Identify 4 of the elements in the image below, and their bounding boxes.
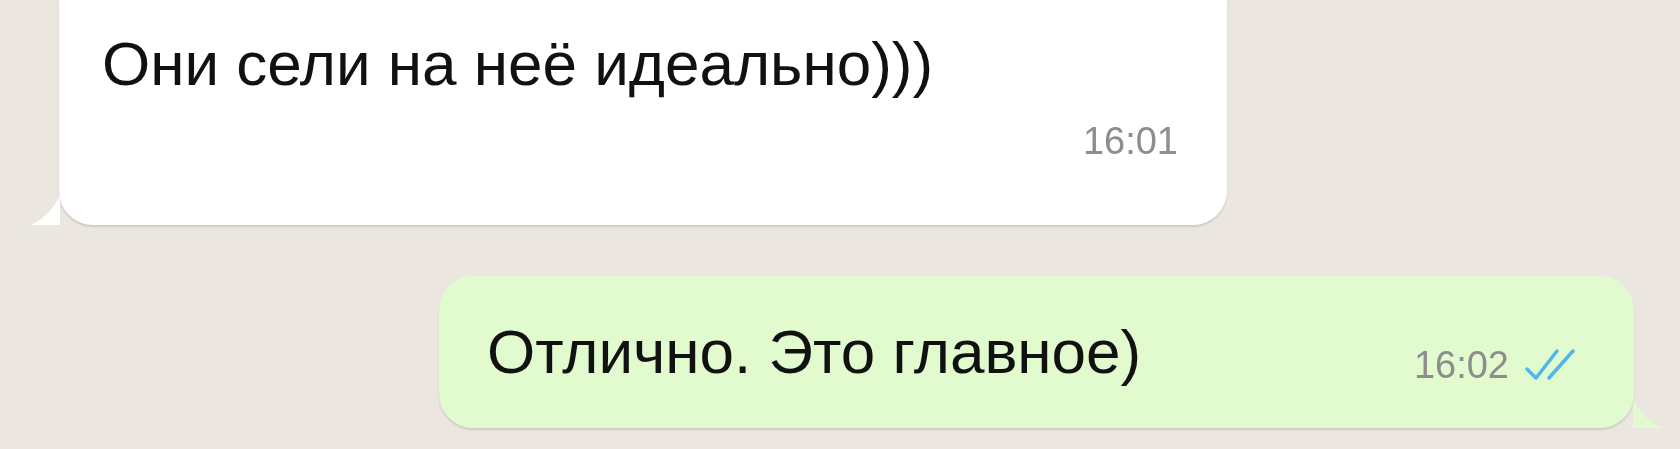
message-time: 16:02: [1413, 343, 1509, 387]
message-time: 16:01: [1082, 120, 1178, 163]
message-text: Отлично. Это главное): [487, 316, 1142, 388]
message-text: Они сели на неё идеально))): [102, 28, 935, 100]
